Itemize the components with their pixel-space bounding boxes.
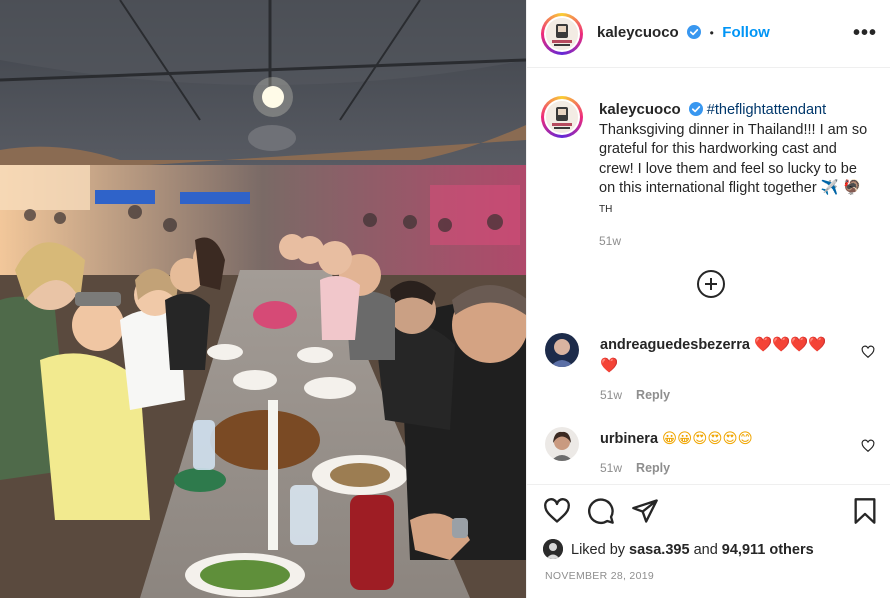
avatar-image-icon xyxy=(543,539,563,559)
comment-icon[interactable] xyxy=(587,497,615,525)
liker-avatar[interactable] xyxy=(543,539,563,559)
likes-count[interactable]: 94,911 others xyxy=(722,542,814,558)
reply-button[interactable]: Reply xyxy=(636,461,670,475)
likes-prefix: Liked by xyxy=(571,542,626,558)
post-sidebar: kaleycuoco • Follow ••• kaleycuoco #thef… xyxy=(526,0,890,598)
follow-button[interactable]: Follow xyxy=(722,24,770,41)
verified-badge-icon xyxy=(688,102,703,116)
commenter-avatar[interactable] xyxy=(545,427,579,461)
comment-time[interactable]: 51w xyxy=(600,388,622,402)
post-date[interactable]: NOVEMBER 28, 2019 xyxy=(545,570,654,582)
avatar-image-icon xyxy=(545,427,579,461)
avatar-image-icon xyxy=(545,333,579,367)
caption-username[interactable]: kaleycuoco xyxy=(599,101,681,118)
load-more-comments-icon[interactable] xyxy=(697,270,725,298)
avatar-image-icon xyxy=(546,18,578,50)
share-icon[interactable] xyxy=(631,497,659,525)
author-username[interactable]: kaleycuoco xyxy=(597,24,679,41)
separator-dot: • xyxy=(709,26,714,40)
caption-emojis: ✈️ 🦃 xyxy=(820,180,862,196)
avatar-image-icon xyxy=(546,101,578,133)
reply-button[interactable]: Reply xyxy=(636,388,670,402)
comment-username[interactable]: urbinera xyxy=(600,431,658,447)
author-avatar[interactable] xyxy=(541,13,583,55)
liker-username[interactable]: sasa.395 xyxy=(629,542,689,558)
comment-like-heart-icon[interactable] xyxy=(861,439,875,453)
likes-connector: and xyxy=(693,542,718,558)
likes-summary: Liked by sasa.395 and 94,911 others xyxy=(543,539,814,559)
post-photo[interactable] xyxy=(0,0,526,598)
comment-like-heart-icon[interactable] xyxy=(861,345,875,359)
caption-author-avatar[interactable] xyxy=(541,96,583,138)
comment-time[interactable]: 51w xyxy=(600,461,622,475)
more-options-icon[interactable]: ••• xyxy=(853,22,877,45)
verified-badge-icon xyxy=(687,25,702,39)
caption-hashtag[interactable]: #theflightattendant xyxy=(707,102,826,118)
commenter-avatar[interactable] xyxy=(545,333,579,367)
bookmark-icon[interactable] xyxy=(851,497,879,525)
post-caption: kaleycuoco #theflightattendant Thanksgiv… xyxy=(599,100,869,252)
heart-icon[interactable] xyxy=(543,497,571,525)
post-header: kaleycuoco • Follow ••• xyxy=(527,0,890,68)
flag-text: TH xyxy=(599,203,613,215)
photo-illustration xyxy=(0,0,526,598)
comment-text: 😀😀😍😍😍😊 xyxy=(662,431,753,447)
comment-username[interactable]: andreaguedesbezerra xyxy=(600,337,750,353)
caption-time[interactable]: 51w xyxy=(599,232,869,252)
